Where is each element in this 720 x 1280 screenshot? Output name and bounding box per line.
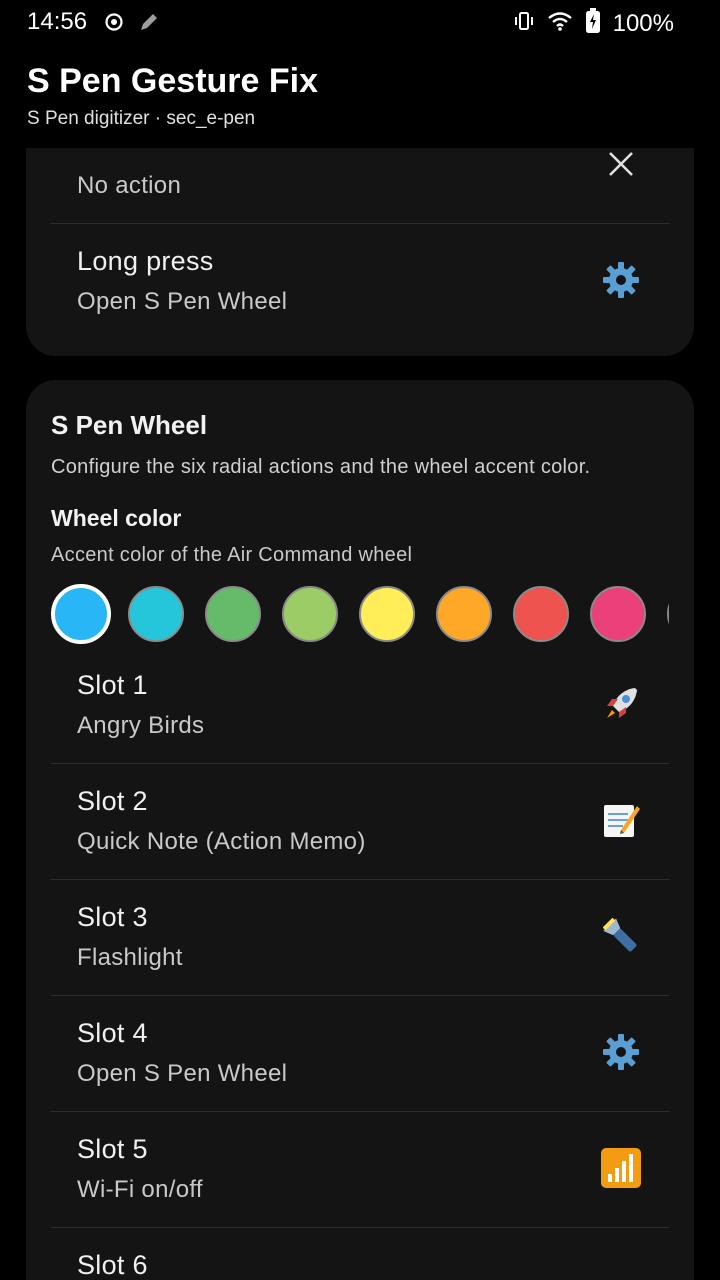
color-swatch[interactable] — [436, 586, 492, 642]
memo-icon — [601, 800, 641, 840]
slot-title: Slot 4 — [77, 1018, 148, 1048]
rocket-icon — [601, 684, 641, 724]
wifi-icon — [547, 10, 573, 37]
color-swatch[interactable] — [590, 586, 646, 642]
gesture-row-no-action[interactable]: No action — [51, 148, 669, 224]
record-icon — [104, 12, 124, 37]
close-icon — [601, 148, 641, 184]
wheel-color-description: Accent color of the Air Command wheel — [51, 544, 413, 566]
gear-icon — [601, 260, 641, 300]
page-subtitle: S Pen digitizer · sec_e-pen — [27, 108, 256, 129]
color-swatch-row[interactable] — [51, 584, 669, 648]
row-title: Long press — [77, 246, 214, 276]
flashlight-icon — [601, 916, 641, 956]
slot-title: Slot 3 — [77, 902, 148, 932]
vibrate-icon — [513, 10, 535, 37]
slot-title: Slot 6 — [77, 1250, 148, 1280]
slot-row-5[interactable]: Slot 5 Wi-Fi on/off — [51, 1112, 669, 1228]
signal-bars-icon — [601, 1148, 641, 1188]
battery-charging-icon — [585, 8, 601, 39]
gesture-card: No action Long press Open S Pen Wheel — [26, 148, 694, 356]
slot-row-2[interactable]: Slot 2 Quick Note (Action Memo) — [51, 764, 669, 880]
color-swatch[interactable] — [513, 586, 569, 642]
battery-percent: 100% — [612, 9, 674, 37]
status-bar: 14:56 100% — [0, 0, 720, 44]
slot-row-6[interactable]: Slot 6 — [51, 1228, 669, 1280]
slot-value: Angry Birds — [77, 712, 205, 739]
wheel-color-label: Wheel color — [51, 505, 182, 531]
page-title: S Pen Gesture Fix — [27, 62, 318, 100]
color-swatch[interactable] — [51, 584, 111, 644]
color-swatch[interactable] — [667, 586, 669, 642]
wheel-card: S Pen Wheel Configure the six radial act… — [26, 380, 694, 1280]
color-swatch[interactable] — [359, 586, 415, 642]
row-value: No action — [77, 172, 182, 199]
slot-value: Flashlight — [77, 944, 183, 971]
slot-row-4[interactable]: Slot 4 Open S Pen Wheel — [51, 996, 669, 1112]
slot-title: Slot 1 — [77, 670, 148, 700]
slot-title: Slot 2 — [77, 786, 148, 816]
color-swatch[interactable] — [282, 586, 338, 642]
slot-title: Slot 5 — [77, 1134, 148, 1164]
slot-value: Quick Note (Action Memo) — [77, 828, 366, 855]
row-value: Open S Pen Wheel — [77, 288, 288, 315]
slot-row-1[interactable]: Slot 1 Angry Birds — [51, 648, 669, 764]
section-title: S Pen Wheel — [51, 410, 208, 440]
color-swatch[interactable] — [205, 586, 261, 642]
color-swatch[interactable] — [128, 586, 184, 642]
pen-icon — [138, 11, 160, 38]
app-bar: S Pen Gesture Fix S Pen digitizer · sec_… — [0, 44, 720, 148]
slot-value: Open S Pen Wheel — [77, 1060, 288, 1087]
status-time: 14:56 — [27, 8, 88, 35]
gesture-row-long-press[interactable]: Long press Open S Pen Wheel — [51, 224, 669, 340]
slot-row-3[interactable]: Slot 3 Flashlight — [51, 880, 669, 996]
slot-value: Wi-Fi on/off — [77, 1176, 203, 1203]
gear-icon — [601, 1032, 641, 1072]
settings-list[interactable]: No action Long press Open S Pen Wheel S … — [0, 148, 720, 1280]
section-description: Configure the six radial actions and the… — [51, 456, 591, 478]
